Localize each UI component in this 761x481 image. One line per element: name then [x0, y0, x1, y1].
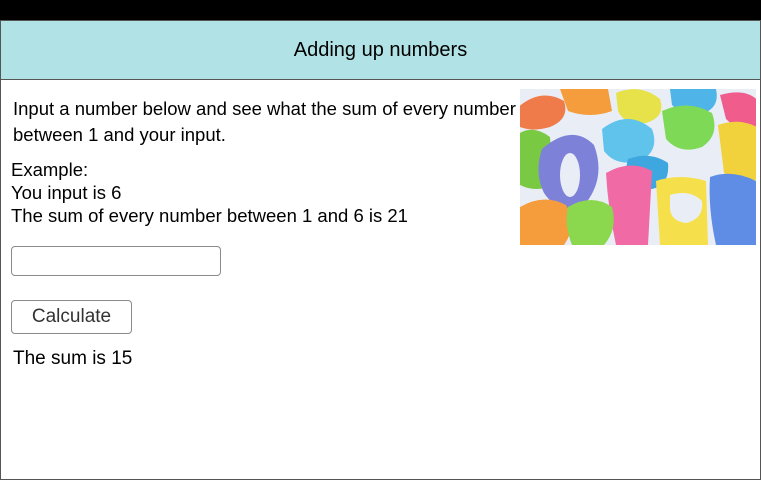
example-heading: Example: [11, 159, 89, 180]
example-block: Example: You input is 6 The sum of every… [11, 158, 516, 227]
page-header: Adding up numbers [1, 20, 760, 80]
intro-text: Input a number below and see what the su… [13, 98, 516, 145]
top-black-bar [0, 0, 761, 20]
page-title: Adding up numbers [293, 38, 468, 61]
numbers-photo [520, 89, 756, 245]
app-frame: Adding up numbers Input a number below a… [0, 20, 761, 480]
number-input[interactable] [11, 246, 221, 276]
sum-result: The sum is 15 [13, 348, 133, 369]
example-input-line: You input is 6 [11, 182, 122, 203]
example-result-line: The sum of every number between 1 and 6 … [11, 205, 408, 226]
calculate-button[interactable]: Calculate [11, 300, 132, 334]
